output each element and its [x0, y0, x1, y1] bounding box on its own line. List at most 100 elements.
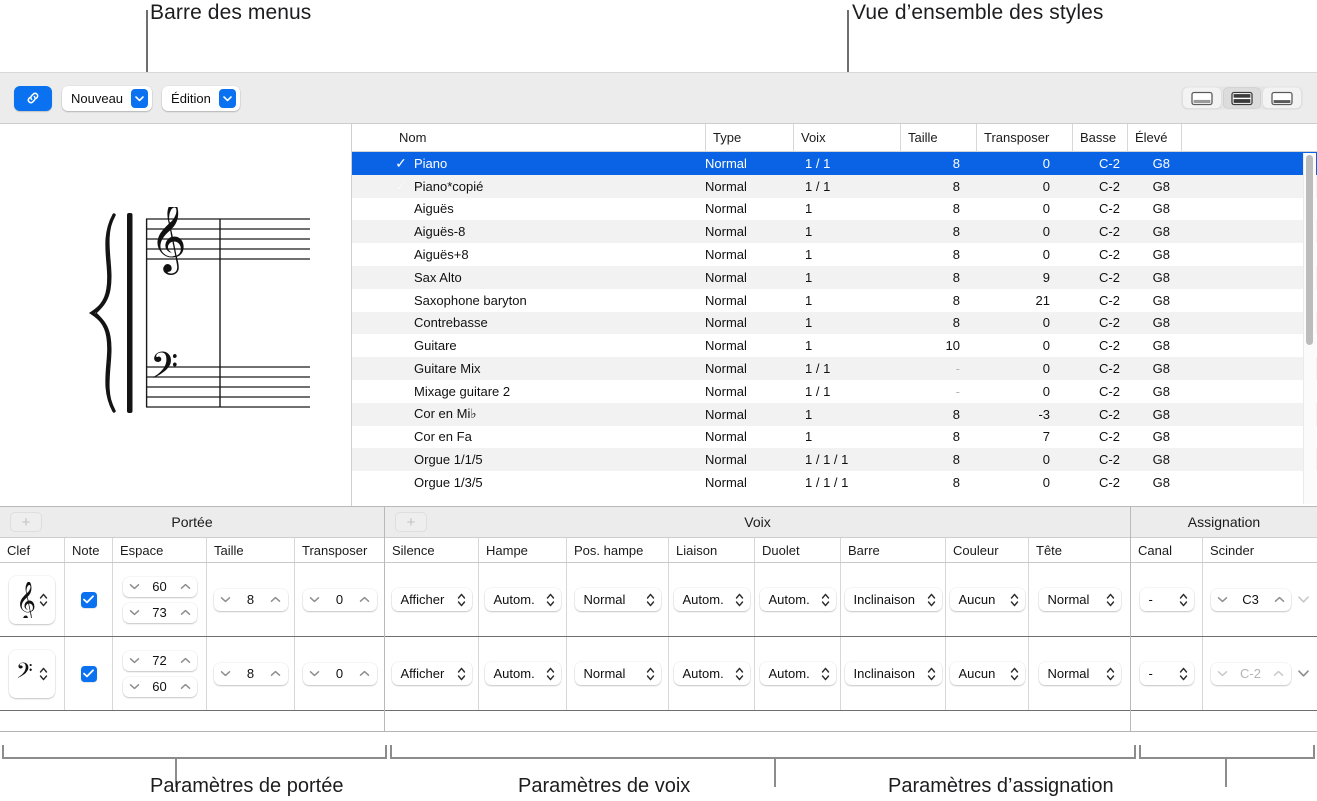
tete-popup[interactable]: Normal: [1039, 662, 1121, 685]
table-row[interactable]: Aiguës+8Normal180C-2G8: [352, 243, 1317, 266]
chevron-up-icon[interactable]: [270, 596, 281, 603]
row-checkmark-icon[interactable]: ✓: [392, 175, 410, 198]
chevron-up-icon[interactable]: [270, 670, 281, 677]
espace-bottom-stepper[interactable]: 73: [123, 603, 197, 623]
updown-icon[interactable]: [646, 592, 655, 608]
duolet-popup[interactable]: Autom.: [760, 588, 836, 611]
cell-couleur[interactable]: Aucun: [946, 563, 1029, 636]
cell-hampe[interactable]: Autom.: [479, 637, 567, 710]
espace-bottom-stepper[interactable]: 60: [123, 677, 197, 697]
cell-liaison[interactable]: Autom.: [669, 637, 755, 710]
view-bottom-icon[interactable]: [1263, 88, 1301, 109]
hampe-popup[interactable]: Autom.: [485, 662, 561, 685]
edit-menu-button[interactable]: Édition: [162, 86, 240, 111]
liaison-popup[interactable]: Autom.: [674, 588, 750, 611]
cell-taille[interactable]: 8: [207, 637, 295, 710]
silence-popup[interactable]: Afficher: [392, 662, 472, 685]
updown-icon[interactable]: [1106, 666, 1115, 682]
view-single-icon[interactable]: [1183, 88, 1221, 109]
column-header-basse[interactable]: Basse: [1072, 124, 1127, 151]
view-mode-group[interactable]: [1181, 87, 1303, 110]
chevron-up-icon[interactable]: [359, 596, 370, 603]
updown-icon[interactable]: [1010, 666, 1019, 682]
updown-icon[interactable]: [1179, 592, 1188, 608]
updown-icon[interactable]: [735, 592, 744, 608]
clef-picker[interactable]: 𝄞: [9, 576, 55, 624]
table-row[interactable]: ✓Piano*copiéNormal1 / 180C-2G8: [352, 175, 1317, 198]
updown-icon[interactable]: [821, 592, 830, 608]
table-row[interactable]: Cor en Mi♭Normal18-3C-2G8: [352, 403, 1317, 426]
cell-duolet[interactable]: Autom.: [755, 563, 841, 636]
espace-top-stepper[interactable]: 72: [123, 651, 197, 671]
note-checkbox[interactable]: [81, 666, 97, 682]
chevron-down-icon[interactable]: [129, 609, 140, 616]
silence-popup[interactable]: Afficher: [392, 588, 472, 611]
column-header-nom[interactable]: Nom: [392, 124, 702, 151]
chevron-down-icon[interactable]: [220, 596, 231, 603]
updown-icon[interactable]: [1179, 666, 1188, 682]
updown-icon[interactable]: [546, 592, 555, 608]
chevron-down-icon[interactable]: [131, 89, 148, 108]
cell-note[interactable]: [65, 637, 113, 710]
pos-hampe-popup[interactable]: Normal: [575, 588, 661, 611]
updown-icon[interactable]: [39, 666, 48, 682]
updown-icon[interactable]: [1010, 592, 1019, 608]
chevron-up-icon[interactable]: [180, 609, 191, 616]
updown-icon[interactable]: [457, 592, 466, 608]
updown-icon[interactable]: [39, 592, 48, 608]
table-row[interactable]: Mixage guitare 2Normal1 / 1-0C-2G8: [352, 380, 1317, 403]
column-header-taille[interactable]: Taille: [900, 124, 976, 151]
transposer-stepper[interactable]: 0: [303, 663, 377, 685]
cell-duolet[interactable]: Autom.: [755, 637, 841, 710]
cell-silence[interactable]: Afficher: [385, 637, 479, 710]
table-row[interactable]: Aiguës-8Normal180C-2G8: [352, 220, 1317, 243]
row-checkmark-icon[interactable]: ✓: [392, 152, 410, 175]
canal-popup[interactable]: -: [1140, 588, 1194, 611]
hampe-popup[interactable]: Autom.: [485, 588, 561, 611]
cell-canal[interactable]: -: [1131, 637, 1203, 710]
table-row[interactable]: Orgue 1/3/5Normal1 / 1 / 180C-2G8: [352, 471, 1317, 494]
cell-clef[interactable]: 𝄢: [0, 637, 65, 710]
cell-pos-hampe[interactable]: Normal: [567, 563, 669, 636]
scrollbar-thumb[interactable]: [1306, 155, 1313, 345]
espace-top-stepper[interactable]: 60: [123, 577, 197, 597]
table-row[interactable]: ✓PianoNormal1 / 180C-2G8: [352, 152, 1317, 175]
cell-tete[interactable]: Normal: [1029, 637, 1130, 710]
transposer-stepper[interactable]: 0: [303, 589, 377, 611]
column-header-extra[interactable]: [1181, 124, 1231, 151]
cell-barre[interactable]: Inclinaison: [841, 637, 946, 710]
cell-liaison[interactable]: Autom.: [669, 563, 755, 636]
cell-espace[interactable]: 72 60: [113, 637, 207, 710]
liaison-popup[interactable]: Autom.: [674, 662, 750, 685]
table-row[interactable]: Guitare MixNormal1 / 1-0C-2G8: [352, 357, 1317, 380]
chevron-down-icon[interactable]: [129, 583, 140, 590]
updown-icon[interactable]: [927, 592, 936, 608]
chevron-up-icon[interactable]: [1274, 596, 1285, 603]
column-header-eleve[interactable]: Élevé: [1127, 124, 1181, 151]
cell-pos-hampe[interactable]: Normal: [567, 637, 669, 710]
updown-icon[interactable]: [821, 666, 830, 682]
table-row[interactable]: GuitareNormal1100C-2G8: [352, 334, 1317, 357]
table-row[interactable]: Saxophone barytonNormal1821C-2G8: [352, 289, 1317, 312]
chevron-down-icon[interactable]: [309, 670, 320, 677]
chevron-down-icon[interactable]: [309, 596, 320, 603]
table-row[interactable]: AiguësNormal180C-2G8: [352, 198, 1317, 221]
cell-canal[interactable]: -: [1131, 563, 1203, 636]
barre-popup[interactable]: Inclinaison: [845, 662, 942, 685]
cell-taille[interactable]: 8: [207, 563, 295, 636]
cell-scinder[interactable]: C3: [1203, 563, 1317, 636]
cell-espace[interactable]: 60 73: [113, 563, 207, 636]
chevron-up-icon[interactable]: [180, 583, 191, 590]
table-row[interactable]: Orgue 1/1/5Normal1 / 1 / 180C-2G8: [352, 448, 1317, 471]
link-button[interactable]: [14, 86, 52, 111]
add-staff-button[interactable]: +: [10, 512, 42, 532]
cell-note[interactable]: [65, 563, 113, 636]
column-header-voix[interactable]: Voix: [793, 124, 900, 151]
scinder-stepper[interactable]: C3: [1211, 589, 1291, 611]
couleur-popup[interactable]: Aucun: [950, 588, 1025, 611]
styles-table-body[interactable]: ✓PianoNormal1 / 180C-2G8✓Piano*copiéNorm…: [352, 152, 1317, 506]
cell-barre[interactable]: Inclinaison: [841, 563, 946, 636]
couleur-popup[interactable]: Aucun: [950, 662, 1025, 685]
scinder-extra-chevron-down-icon[interactable]: [1297, 669, 1310, 678]
cell-transposer[interactable]: 0: [295, 563, 384, 636]
